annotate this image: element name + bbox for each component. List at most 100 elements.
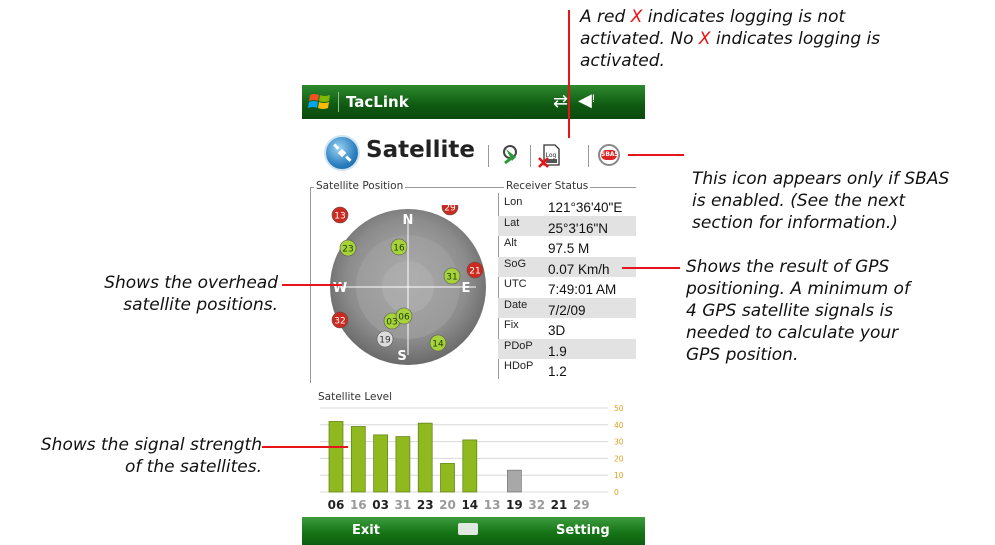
callout-text: 4 GPS satellite signals is	[686, 301, 894, 321]
overhead-leader	[282, 284, 342, 286]
connectivity-icon[interactable]: ⇄	[553, 91, 568, 112]
callout-text: A red	[580, 7, 631, 27]
receiver-status-value: 3D	[548, 323, 566, 338]
callout-text: indicates logging is not	[642, 7, 846, 27]
signal-bar-label: 14	[461, 498, 478, 512]
signal-callout: Shows the signal strength of the satelli…	[0, 434, 262, 478]
log-icon[interactable]: Log	[538, 143, 562, 169]
callout-text: satellite positions.	[123, 295, 278, 315]
satellite-marker-label: 29	[444, 205, 456, 214]
exit-button[interactable]: Exit	[352, 523, 380, 538]
level-tick-label: 30	[614, 438, 624, 447]
receiver-status-row-date: Date 7/2/09	[498, 297, 636, 318]
sbas-icon-label: SBAS	[601, 150, 619, 160]
callout-text: This icon appears only if SBAS	[692, 169, 950, 189]
compass-s: S	[397, 349, 406, 364]
callout-text: Shows the signal strength	[40, 435, 262, 455]
signal-bar-label: 19	[506, 498, 523, 512]
level-tick-label: 10	[614, 471, 624, 480]
level-tick-label: 40	[614, 421, 624, 430]
app-title: TacLink	[346, 93, 409, 111]
header-separator	[588, 145, 589, 167]
level-tick-label: 20	[614, 454, 624, 463]
logging-callout: A red X indicates logging is not activat…	[580, 6, 960, 72]
receiver-status-label: PDoP	[504, 339, 533, 352]
compass-e: E	[462, 281, 471, 296]
receiver-status-row-lon: Lon 121°36'40"E	[498, 195, 636, 215]
receiver-status-label: Receiver Status	[504, 180, 591, 192]
callout-text: positioning. A minimum of	[686, 279, 910, 299]
callout-text: activated. No	[580, 29, 699, 49]
receiver-status-label: Lat	[504, 216, 520, 229]
signal-leader	[262, 446, 348, 448]
device-screen: TacLink ⇄ ◀ᵎ Satellite Log SBAS Satellit…	[302, 85, 645, 545]
signal-bar-06	[328, 421, 344, 493]
result-leader	[622, 267, 680, 269]
callout-text: Shows the overhead	[104, 273, 278, 293]
signal-bar-label: 32	[528, 498, 545, 512]
signal-bar-label: 13	[484, 498, 501, 512]
gps-tool-icon[interactable]	[502, 143, 524, 167]
receiver-status-label: HDoP	[504, 360, 534, 372]
signal-bar-label: 31	[395, 498, 412, 512]
satellite-marker-label: 13	[334, 212, 345, 222]
callout-text: activated.	[580, 51, 665, 71]
signal-bar-label: 06	[328, 498, 345, 512]
red-x-text: X	[698, 29, 711, 49]
setting-button[interactable]: Setting	[556, 523, 610, 538]
signal-bar-20	[440, 463, 455, 493]
receiver-status-row-lat: Lat 25°3'16"N	[498, 215, 636, 236]
receiver-status-row-sog: SoG 0.07 Km/h	[498, 256, 636, 277]
receiver-status-value: 121°36'40"E	[548, 200, 623, 215]
receiver-status-label: Date	[504, 298, 528, 311]
red-x-text: X	[630, 7, 643, 27]
windows-start-icon[interactable]	[308, 90, 332, 114]
satellite-marker-label: 21	[469, 267, 480, 277]
signal-bar-31	[395, 436, 411, 493]
receiver-status-label: SoG	[504, 257, 527, 270]
sbas-callout: This icon appears only if SBAS is enable…	[692, 168, 992, 234]
signal-bar-14	[462, 439, 478, 493]
logging-leader	[568, 10, 570, 138]
receiver-status-row-fix: Fix 3D	[498, 318, 636, 338]
satellite-marker-label: 31	[446, 273, 457, 283]
page-header: Satellite Log SBAS	[302, 119, 645, 175]
receiver-status-label: Lon	[504, 196, 523, 208]
receiver-status-value: 1.2	[548, 364, 567, 379]
satellite-marker-label: 03	[386, 318, 397, 328]
callout-text: GPS position.	[686, 345, 799, 365]
sbas-icon[interactable]: SBAS	[598, 144, 620, 166]
receiver-status-value: 7/2/09	[548, 302, 586, 318]
receiver-status-value: 25°3'16"N	[548, 220, 609, 236]
receiver-status-value: 7:49:01 AM	[548, 282, 617, 297]
satellite-position-label: Satellite Position	[314, 180, 406, 192]
receiver-status-row-utc: UTC 7:49:01 AM	[498, 277, 636, 297]
receiver-status-row-pdop: PDoP 1.9	[498, 338, 636, 359]
signal-bar-label: 23	[417, 498, 434, 512]
page-title: Satellite	[366, 137, 475, 163]
satellite-marker-label: 32	[334, 317, 345, 327]
signal-bar-label: 20	[439, 498, 456, 512]
compass-n: N	[403, 213, 414, 228]
signal-bar-label: 29	[573, 498, 590, 512]
receiver-status-row-hdop: HDoP 1.2	[498, 359, 636, 379]
title-separator	[338, 92, 339, 112]
receiver-status-row-alt: Alt 97.5 M	[498, 236, 636, 256]
satellite-level-label: Satellite Level	[318, 391, 392, 403]
level-tick-label: 50	[614, 404, 624, 413]
signal-bar-label: 21	[551, 498, 568, 512]
header-separator	[530, 145, 531, 167]
title-bar: TacLink ⇄ ◀ᵎ	[302, 85, 645, 119]
satellite-marker-label: 16	[393, 244, 405, 254]
speaker-icon[interactable]: ◀ᵎ	[578, 90, 595, 111]
callout-text: section for information.)	[692, 213, 898, 233]
bottom-menu-bar: Exit Setting	[302, 517, 645, 545]
overhead-callout: Shows the overhead satellite positions.	[50, 272, 278, 316]
satellite-marker-label: 14	[432, 340, 444, 350]
callout-text: of the satellites.	[124, 457, 262, 477]
callout-text: Shows the result of GPS	[686, 257, 890, 277]
receiver-status-value: 97.5 M	[548, 241, 590, 256]
keyboard-icon[interactable]	[458, 523, 478, 535]
receiver-status-value: 1.9	[548, 343, 567, 359]
receiver-status-label: UTC	[504, 278, 527, 290]
